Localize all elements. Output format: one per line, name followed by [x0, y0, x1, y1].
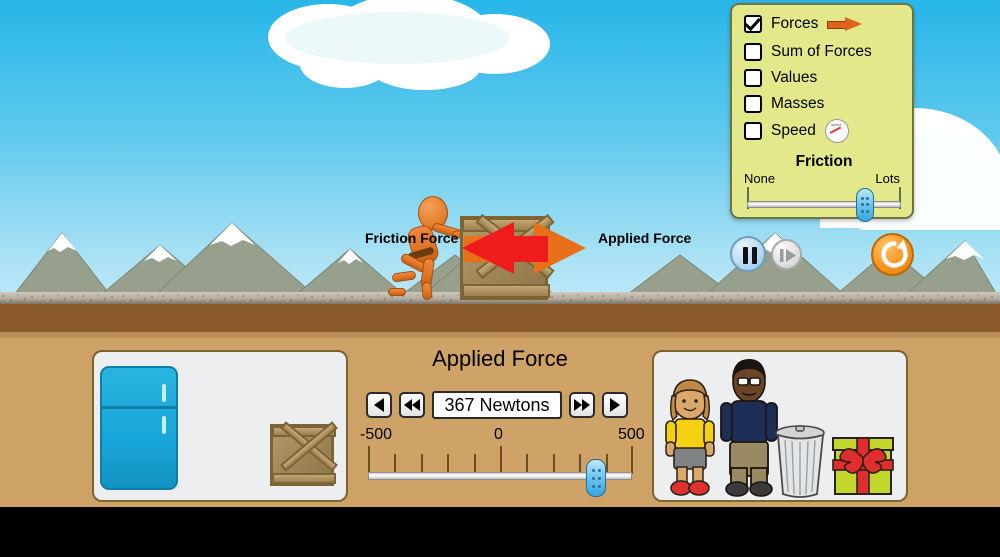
checkbox-label-masses: Masses	[771, 95, 825, 112]
checkbox-row-forces[interactable]: Forces	[744, 13, 863, 35]
applied-force-slider-thumb[interactable]	[586, 459, 606, 497]
checkbox-row-sum-of-forces[interactable]: Sum of Forces	[744, 41, 872, 63]
friction-max-label: Lots	[875, 171, 900, 186]
navigation-bar: Forces and Motion: Basics Net Force	[0, 507, 1000, 557]
reset-all-button[interactable]	[871, 233, 914, 276]
applied-force-tick	[500, 446, 502, 474]
checkbox-sum-of-forces[interactable]	[744, 43, 762, 61]
checkbox-row-speed[interactable]: Speed Speed	[744, 119, 849, 143]
applied-force-tick	[368, 446, 370, 474]
coarse-increase-button[interactable]	[569, 392, 595, 418]
checkbox-label-forces: Forces	[771, 15, 819, 32]
applied-force-mid-label: 0	[494, 426, 503, 443]
step-forward-button[interactable]	[771, 239, 802, 270]
checkbox-masses[interactable]	[744, 95, 762, 113]
cloud-shading	[285, 12, 510, 64]
checkbox-row-masses[interactable]: Masses	[744, 93, 824, 115]
checkbox-forces[interactable]	[744, 15, 762, 33]
coarse-decrease-button[interactable]	[399, 392, 425, 418]
orange-arrow-icon	[827, 16, 863, 32]
speedometer-icon: Speed	[824, 119, 849, 143]
checkbox-label-values: Values	[771, 69, 818, 86]
tray-crate-object[interactable]	[270, 421, 338, 486]
applied-force-tick	[421, 454, 423, 474]
visibility-control-panel: Forces Sum of Forces Values Masses Speed…	[730, 3, 914, 222]
checkbox-values[interactable]	[744, 69, 762, 87]
applied-force-tick	[394, 454, 396, 474]
applied-force-min-label: -500	[360, 426, 393, 443]
trash-can-object[interactable]	[772, 422, 828, 500]
pause-icon	[743, 247, 757, 264]
refrigerator-object[interactable]	[100, 366, 178, 490]
applied-force-tick	[606, 454, 608, 474]
friction-slider-track[interactable]	[747, 201, 901, 208]
gift-box-object[interactable]	[832, 428, 894, 496]
checkbox-label-speed: Speed	[771, 122, 816, 139]
friction-section-title: Friction	[795, 153, 853, 170]
brick-band	[0, 304, 1000, 332]
checkbox-label-sum-of-forces: Sum of Forces	[771, 43, 872, 60]
girl-object[interactable]	[660, 378, 720, 498]
applied-force-max-label: 500	[618, 426, 645, 443]
applied-force-tick	[631, 446, 633, 474]
applied-force-readout[interactable]: 367 Newtons	[432, 391, 562, 419]
simulation-root: Friction Force Applied Force Forces Sum …	[0, 0, 1000, 557]
applied-force-tick	[579, 454, 581, 474]
friction-force-label: Friction Force	[365, 230, 459, 246]
applied-force-tick	[553, 454, 555, 474]
applied-force-controls: 367 Newtons	[366, 390, 634, 420]
applied-force-tick	[474, 454, 476, 474]
applied-force-label: Applied Force	[598, 230, 692, 246]
friction-force-arrow	[462, 222, 548, 274]
dirt-top-edge	[0, 332, 1000, 338]
checkbox-speed[interactable]	[744, 122, 762, 140]
fine-increase-button[interactable]	[602, 392, 628, 418]
friction-slider-thumb[interactable]	[856, 188, 874, 222]
pause-button[interactable]	[730, 236, 766, 272]
fine-decrease-button[interactable]	[366, 392, 392, 418]
friction-min-label: None	[744, 171, 776, 186]
applied-force-tick	[447, 454, 449, 474]
checkbox-row-values[interactable]: Values	[744, 67, 817, 89]
step-forward-icon	[780, 249, 796, 262]
applied-force-tick	[526, 454, 528, 474]
reset-icon	[881, 239, 908, 268]
man-object[interactable]	[718, 358, 780, 498]
